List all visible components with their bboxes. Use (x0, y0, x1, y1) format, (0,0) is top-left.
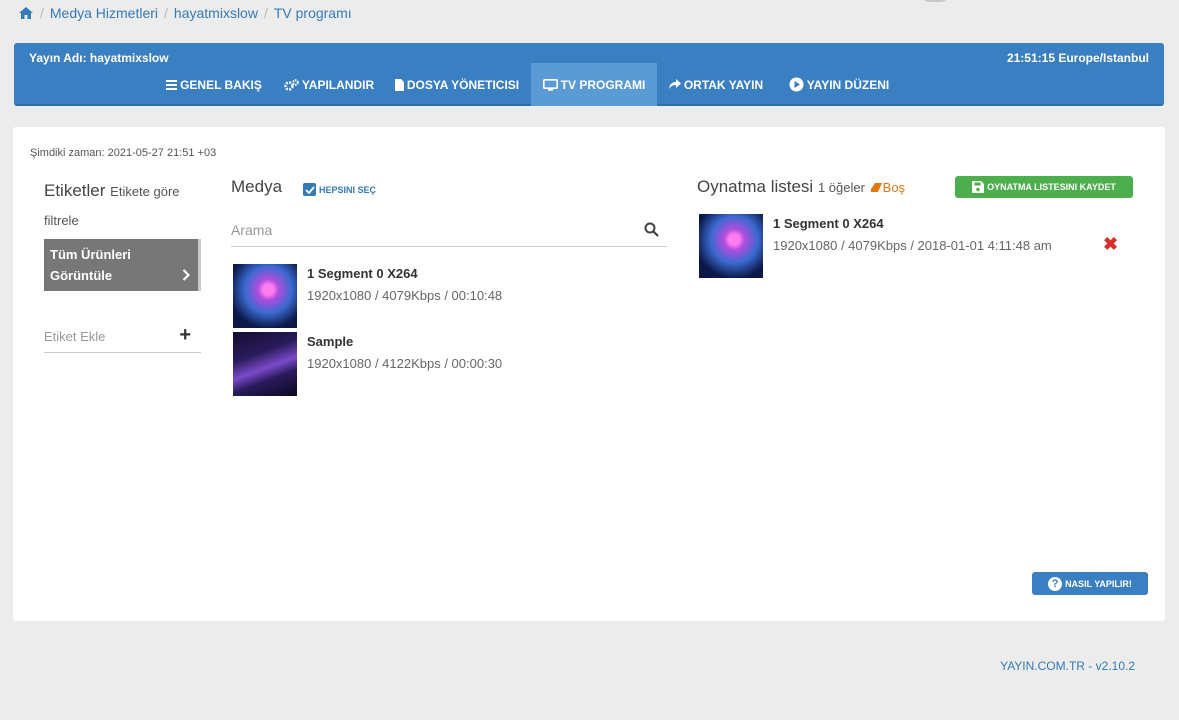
tab-stream-schedule[interactable]: YAYIN DÜZENI (784, 63, 894, 106)
breadcrumb-item-tv-program[interactable]: TV programı (274, 5, 352, 21)
question-icon: ? (1048, 576, 1063, 591)
playlist-count: 1 öğeler (817, 180, 865, 195)
playlist-item-info: 1920x1080 / 4079Kbps / 2018-01-01 4:11:4… (773, 238, 1052, 253)
plus-icon[interactable]: + (179, 324, 191, 347)
chevron-right-icon (182, 266, 191, 287)
eraser-icon (870, 183, 882, 192)
breadcrumb-item-stream[interactable]: hayatmixslow (174, 5, 258, 21)
media-search-input[interactable]: Arama (231, 215, 667, 247)
tab-file-manager[interactable]: DOSYA YÖNETICISI (392, 63, 522, 106)
help-label: NASIL YAPILIR! (1065, 578, 1132, 589)
remove-icon[interactable]: ✖ (1103, 234, 1118, 255)
tab-label: TV PROGRAMI (560, 77, 646, 92)
nav-tabs: GENEL BAKIŞ YAPILANDIR DOSYA YÖNETICISI … (14, 63, 1164, 106)
playlist-item-name: 1 Segment 0 X264 (773, 216, 884, 231)
save-playlist-button[interactable]: OYNATMA LISTESINI KAYDET (955, 176, 1133, 198)
list-icon (166, 79, 178, 90)
top-decoration (920, 0, 950, 2)
gears-icon (284, 78, 299, 91)
playlist-title: Oynatma listesi (697, 177, 814, 196)
play-circle-icon (789, 77, 804, 92)
media-item-name: Sample (307, 334, 354, 349)
playlist-item[interactable]: 1 Segment 0 X264 1920x1080 / 4079Kbps / … (699, 214, 1119, 278)
tag-show-all-label-2: Görüntüle (50, 268, 113, 283)
media-thumbnail (233, 264, 297, 328)
current-time: Şimdiki zaman: 2021-05-27 21:51 +03 (30, 147, 217, 159)
tab-overview[interactable]: GENEL BAKIŞ (164, 63, 264, 106)
breadcrumb-item-media-services[interactable]: Medya Hizmetleri (50, 5, 158, 21)
stream-header: Yayın Adı: hayatmixslow 21:51:15 Europe/… (14, 43, 1164, 106)
playlist-thumbnail (699, 214, 763, 278)
share-icon (668, 79, 681, 90)
breadcrumb-separator: / (263, 5, 268, 21)
search-icon[interactable] (644, 222, 659, 240)
tags-heading: Etiketler Etikete göre filtrele (44, 177, 214, 235)
tv-program-panel: Şimdiki zaman: 2021-05-27 21:51 +03 Etik… (13, 127, 1165, 621)
select-all-label: HEPSINI SEÇ (319, 184, 377, 195)
home-icon[interactable] (18, 6, 34, 20)
tab-label: DOSYA YÖNETICISI (406, 77, 520, 92)
media-item-name: 1 Segment 0 X264 (307, 266, 418, 281)
media-item[interactable]: 1 Segment 0 X264 1920x1080 / 4079Kbps / … (233, 264, 673, 328)
tab-label: YAYIN DÜZENI (806, 77, 890, 92)
breadcrumb-separator: / (40, 5, 44, 21)
tab-label: GENEL BAKIŞ (180, 77, 262, 92)
media-item-info: 1920x1080 / 4122Kbps / 00:00:30 (307, 356, 503, 371)
tab-tv-program[interactable]: TV PROGRAMI (531, 63, 657, 106)
tab-shared-stream[interactable]: ORTAK YAYIN (666, 63, 766, 106)
search-placeholder: Arama (231, 222, 273, 238)
tags-title: Etiketler (44, 181, 106, 200)
footer-version[interactable]: YAYIN.COM.TR - v2.10.2 (1000, 659, 1135, 673)
tab-label: YAPILANDIR (301, 77, 375, 92)
media-title: Medya (231, 177, 283, 196)
tag-show-all-label-1: Tüm Ürünleri (50, 247, 131, 262)
playlist-heading: Oynatma listesi 1 öğeler Boş (697, 177, 905, 197)
tab-configure[interactable]: YAPILANDIR (279, 63, 379, 106)
media-item-info: 1920x1080 / 4079Kbps / 00:10:48 (307, 288, 503, 303)
playlist-clear-label: Boş (882, 180, 906, 195)
save-playlist-label: OYNATMA LISTESINI KAYDET (987, 182, 1116, 192)
media-thumbnail (233, 332, 297, 396)
tag-show-all[interactable]: Tüm Ürünleri Görüntüle (44, 239, 201, 291)
breadcrumb: / Medya Hizmetleri / hayatmixslow / TV p… (18, 4, 352, 22)
playlist-clear-button[interactable]: Boş (870, 180, 905, 195)
tag-add-placeholder: Etiket Ekle (44, 329, 106, 344)
tab-label: ORTAK YAYIN (683, 77, 764, 92)
tag-add-field[interactable]: Etiket Ekle + (44, 323, 201, 353)
help-button[interactable]: ? NASIL YAPILIR! (1032, 572, 1148, 595)
breadcrumb-separator: / (164, 5, 168, 21)
select-all-checkbox[interactable]: HEPSINI SEÇ (303, 183, 376, 196)
checkbox-icon (303, 183, 316, 196)
file-icon (394, 78, 404, 91)
monitor-icon (542, 78, 558, 91)
media-item[interactable]: Sample 1920x1080 / 4122Kbps / 00:00:30 (233, 332, 673, 396)
save-icon (972, 181, 985, 193)
